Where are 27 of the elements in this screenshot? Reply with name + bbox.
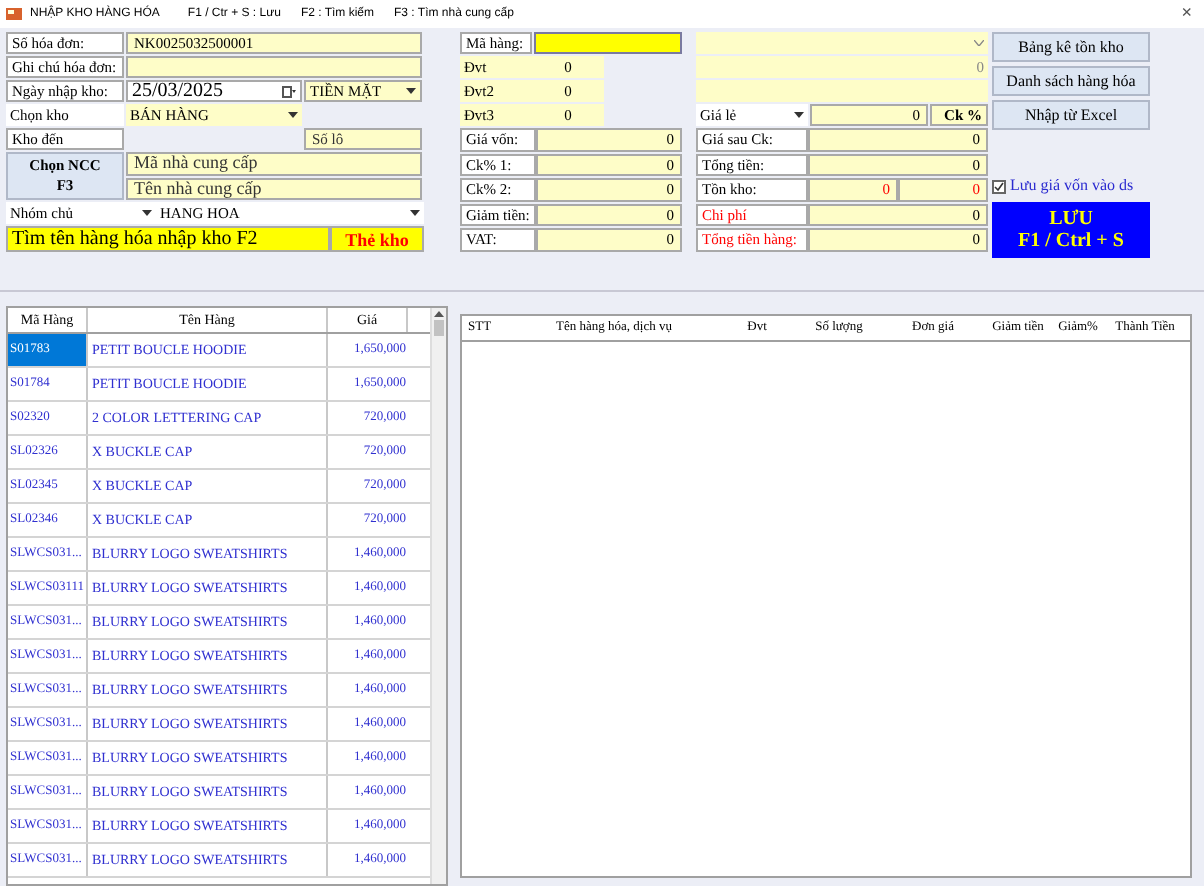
dropdown-caret-icon[interactable] <box>794 112 804 118</box>
checkbox[interactable] <box>992 179 1006 193</box>
input-field[interactable]: Mã nhà cung cấp <box>126 152 422 175</box>
checkmark-icon <box>994 181 1004 191</box>
close-button[interactable]: × <box>1175 0 1198 28</box>
app-icon <box>6 6 22 22</box>
product-search-bar[interactable]: Tìm tên hàng hóa nhập kho F2 <box>6 226 330 252</box>
toolbar-button[interactable]: Bảng kê tồn kho <box>992 32 1150 62</box>
save-button[interactable]: LƯU F1 / Ctrl + S <box>992 202 1150 258</box>
dropdown-caret-icon[interactable] <box>406 88 416 94</box>
date-field[interactable]: 25/03/2025 <box>126 80 302 102</box>
text-field[interactable] <box>696 80 988 102</box>
calendar-icon[interactable] <box>282 85 296 97</box>
stock-card-button[interactable]: Thẻ kho <box>330 226 424 252</box>
chevron-down-icon[interactable] <box>974 40 984 46</box>
scrollbar-thumb[interactable] <box>434 320 444 336</box>
toolbar-button[interactable]: Danh sách hàng hóa <box>992 66 1150 96</box>
product-code-field[interactable] <box>534 32 682 54</box>
toolbar-button[interactable]: Nhập từ Excel <box>992 100 1150 130</box>
scrollbar[interactable] <box>430 308 446 884</box>
scroll-up-icon[interactable] <box>434 308 444 320</box>
input-field[interactable]: Tên nhà cung cấp <box>126 177 422 200</box>
text-field[interactable] <box>126 56 422 78</box>
dropdown-caret-icon[interactable] <box>410 210 420 216</box>
dropdown-caret-icon[interactable] <box>142 210 152 216</box>
save-cost-checkbox[interactable]: Lưu giá vốn vào ds <box>992 174 1150 198</box>
dropdown-caret-icon[interactable] <box>288 112 298 118</box>
